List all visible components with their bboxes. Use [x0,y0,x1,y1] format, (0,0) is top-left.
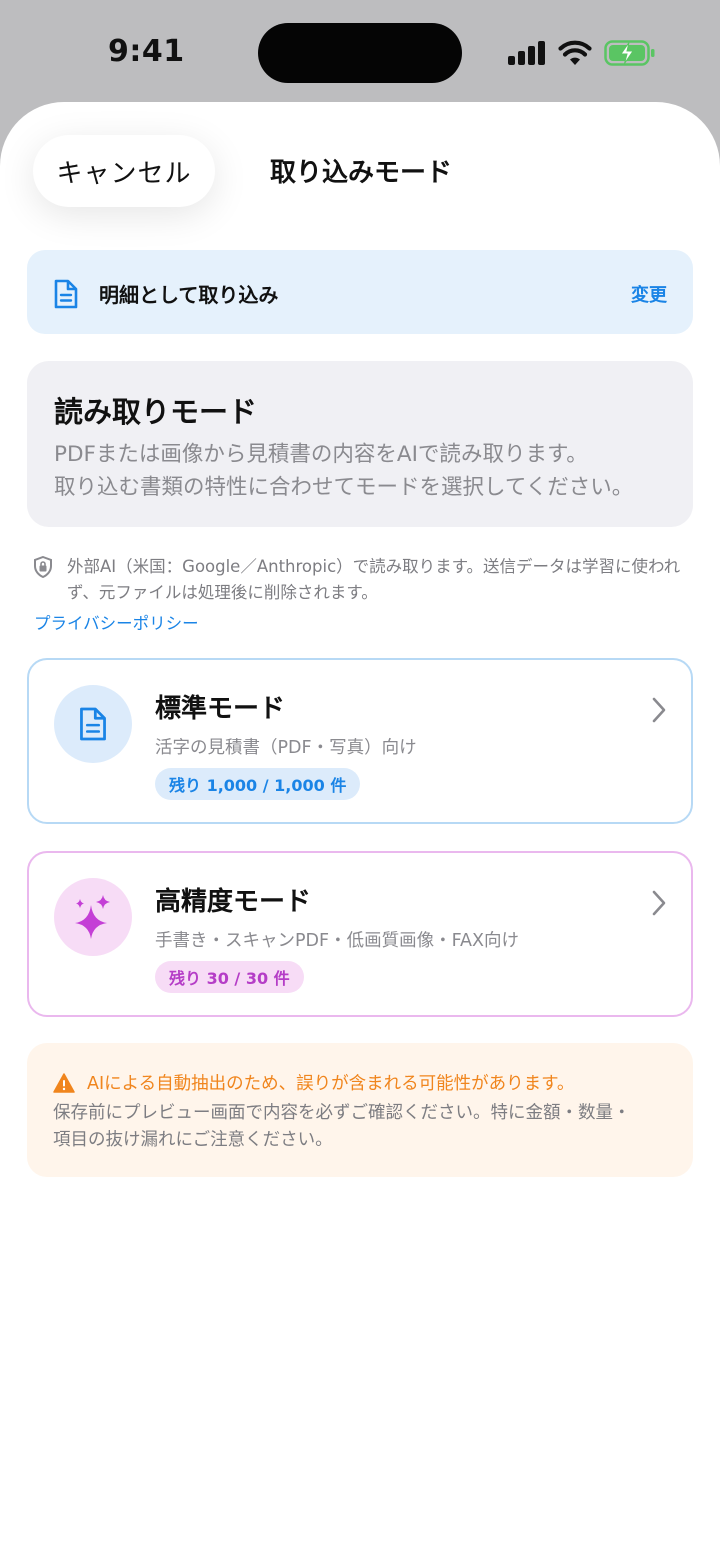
reading-mode-description-line: PDFまたは画像から見積書の内容をAIで読み取ります。 [54,442,588,467]
reading-mode-title: 読み取りモード [54,395,258,429]
high-precision-mode-description: 手書き・スキャンPDF・低画質画像・FAX向け [155,931,520,951]
high-precision-mode-card[interactable]: 高精度モード 手書き・スキャンPDF・低画質画像・FAX向け 残り 30 / 3… [27,851,693,1017]
standard-mode-remaining-badge: 残り 1,000 / 1,000 件 [155,768,361,800]
chevron-right-icon [652,890,666,916]
sheet-title: 取り込みモード [270,158,453,188]
reading-mode-description: PDFまたは画像から見積書の内容をAIで読み取ります。 取り込む書類の特性に合わ… [54,438,633,504]
status-time: 9:41 [108,34,185,69]
import-target-label: 明細として取り込み [99,283,279,307]
privacy-policy-link[interactable]: プライバシーポリシー [34,610,199,634]
ai-warning-notice: AIによる自動抽出のため、誤りが含まれる可能性があります。 保存前にプレビュー画… [27,1043,693,1177]
high-precision-mode-title: 高精度モード [155,887,312,917]
sparkles-icon [75,895,110,939]
status-bar: 9:41 [0,0,720,102]
ai-warning-body-line: 保存前にプレビュー画面で内容を必ずご確認ください。特に金額・数量・ [53,1103,631,1123]
high-precision-mode-remaining-badge: 残り 30 / 30 件 [155,961,304,993]
standard-mode-avatar [54,685,132,763]
shield-lock-icon [34,556,52,578]
ai-warning-headline: AIによる自動抽出のため、誤りが含まれる可能性があります。 [87,1074,575,1094]
reading-mode-description-line: 取り込む書類の特性に合わせてモードを選択してください。 [54,475,634,500]
import-target-banner: 明細として取り込み 変更 [27,250,693,334]
document-icon [80,707,106,741]
ai-warning-header: AIによる自動抽出のため、誤りが含まれる可能性があります。 [53,1070,574,1095]
high-precision-mode-avatar [54,878,132,956]
status-icons [508,36,656,70]
wifi-icon [558,40,592,65]
reading-mode-info: 読み取りモード PDFまたは画像から見積書の内容をAIで読み取ります。 取り込む… [27,361,693,527]
chevron-right-icon [652,697,666,723]
cancel-button[interactable]: キャンセル [33,135,215,207]
privacy-text: 外部AI（米国：Google／Anthropic）で読み取ります。送信データは学… [67,557,681,602]
dynamic-island [258,23,462,83]
document-icon [54,279,78,309]
warning-triangle-icon [53,1072,75,1093]
standard-mode-description: 活字の見積書（PDF・写真）向け [155,738,417,758]
ai-warning-body-line: 項目の抜け漏れにご注意ください。 [53,1130,333,1150]
change-button[interactable]: 変更 [631,281,667,307]
bottom-sheet: キャンセル 取り込みモード 明細として取り込み 変更 読み取りモード PDFまた… [0,102,720,1564]
standard-mode-title: 標準モード [155,694,286,724]
standard-mode-card[interactable]: 標準モード 活字の見積書（PDF・写真）向け 残り 1,000 / 1,000 … [27,658,693,824]
ai-warning-body: 保存前にプレビュー画面で内容を必ずご確認ください。特に金額・数量・ 項目の抜け漏… [53,1100,673,1154]
battery-charging-icon [604,40,655,66]
cellular-signal-icon [508,41,545,65]
